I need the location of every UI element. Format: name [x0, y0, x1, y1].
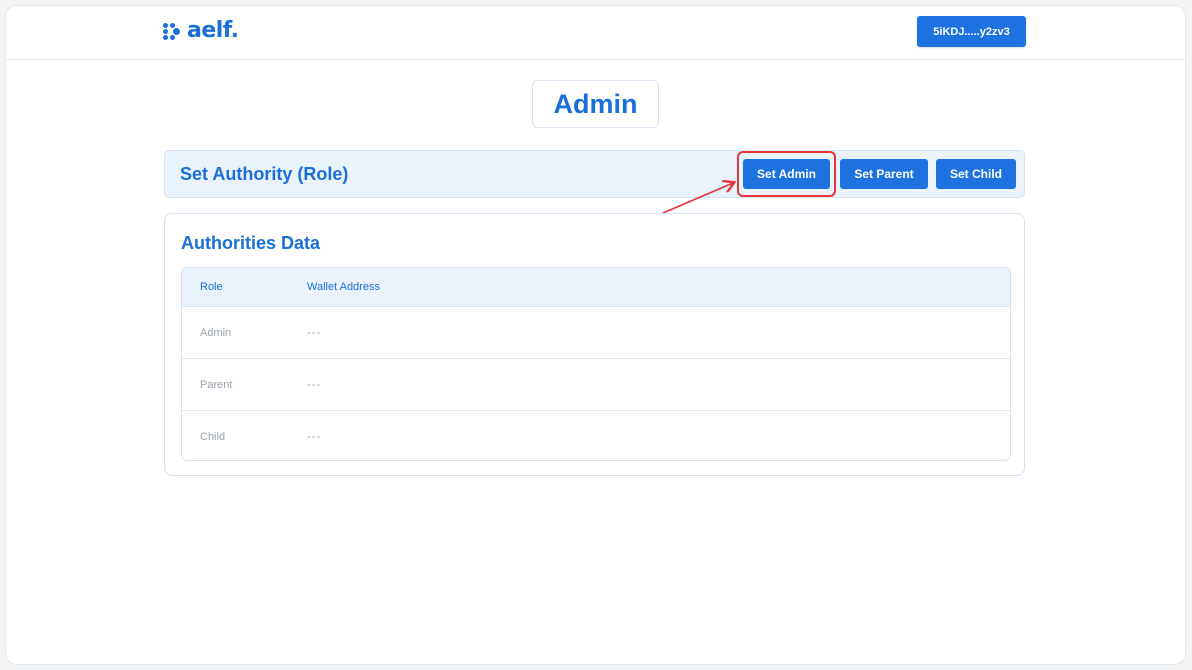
table-header: Role Wallet Address: [182, 268, 1010, 307]
authorities-data-card: Authorities Data Role Wallet Address Adm…: [164, 213, 1025, 476]
row-wallet-cell: ---: [307, 326, 321, 339]
app-window: aelf. 5iKDJ.....y2zv3 Admin Set Authorit…: [5, 5, 1186, 665]
table-row: Admin ---: [182, 307, 1010, 359]
column-wallet-header: Wallet Address: [307, 281, 380, 293]
row-wallet-cell: ---: [307, 378, 321, 391]
authorities-table: Role Wallet Address Admin --- Parent ---…: [181, 267, 1011, 461]
row-role-cell: Admin: [200, 326, 232, 339]
authorities-data-title: Authorities Data: [181, 233, 321, 253]
row-role-cell: Child: [200, 430, 226, 443]
table-row: Child ---: [182, 411, 1010, 460]
table-row: Parent ---: [182, 359, 1010, 411]
column-role-header: Role: [200, 281, 223, 293]
row-role-cell: Parent: [200, 378, 233, 391]
row-wallet-cell: ---: [307, 430, 321, 443]
